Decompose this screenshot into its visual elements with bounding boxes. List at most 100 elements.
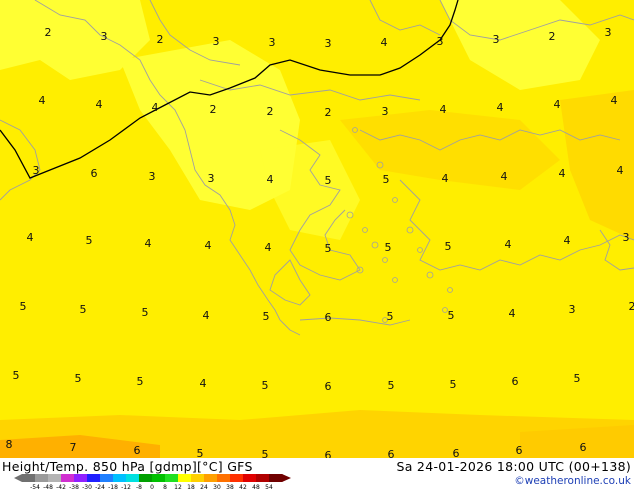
temperature-label: 5 [13,369,20,382]
legend-tick-label: -48 [43,484,53,490]
temperature-label: 3 [208,172,215,185]
legend-tick-label: -38 [69,484,79,490]
legend-tick-label: -8 [136,484,142,490]
temperature-label: 4 [267,173,274,186]
temperature-label: 6 [325,449,332,458]
temperature-label: 4 [611,94,618,107]
legend-tick-label: 12 [174,484,182,490]
temperature-label: 3 [382,105,389,118]
legend-swatch [256,474,270,482]
legend-arrow-low [14,474,22,482]
legend-swatch [126,474,140,482]
temperature-label: 6 [516,444,523,457]
legend-swatch [152,474,166,482]
temperature-label: 5 [20,300,27,313]
temperature-label: 6 [512,375,519,388]
valid-time: Sa 24-01-2026 18:00 UTC (00+138) [396,459,631,474]
temperature-label: 5 [450,378,457,391]
temperature-label: 4 [501,170,508,183]
temperature-label: 5 [262,448,269,458]
temperature-label: 2 [549,30,556,43]
temperature-label: 5 [262,379,269,392]
legend-swatch [113,474,127,482]
legend-tick-label: -54 [30,484,40,490]
temperature-label: 2 [267,105,274,118]
legend-swatch [87,474,101,482]
legend-tick-label: 48 [252,484,260,490]
legend-swatch [165,474,179,482]
temperature-label: 3 [33,164,40,177]
legend-swatch [204,474,218,482]
temperature-label: 2 [210,103,217,116]
legend-tick-label: 38 [226,484,234,490]
legend-tick-label: 54 [265,484,273,490]
legend-tick-label: 42 [239,484,247,490]
temperature-label: 4 [203,309,210,322]
temperature-label: 3 [149,170,156,183]
temperature-label: 4 [145,237,152,250]
legend-arrow-high [282,474,291,482]
temperature-label: 6 [91,167,98,180]
temperature-label: 4 [564,234,571,247]
temperature-label: 5 [142,306,149,319]
temperature-label: 4 [152,101,159,114]
map-title: Height/Temp. 850 hPa [gdmp][°C] GFS [2,459,253,474]
temperature-label: 4 [497,101,504,114]
weather-map: 2 3 2 3 3 3 4 3 3 2 3 4 4 4 2 2 2 3 4 4 4 4 3 6 3 3 4 5 5 4 4 4 4 4 5 4 4 4 5 5… [0,0,634,458]
temperature-label: 4 [265,241,272,254]
temperature-label: 3 [623,231,630,244]
legend-tick-label: -30 [82,484,92,490]
legend-swatch [48,474,62,482]
temperature-label: 5 [387,310,394,323]
legend-swatch [22,474,36,482]
legend-swatch [230,474,244,482]
legend-swatch [100,474,114,482]
temperature-label: 3 [605,26,612,39]
legend-tick-label: 8 [163,484,167,490]
temperature-label: 5 [75,372,82,385]
temperature-label: 4 [509,307,516,320]
temperature-label: 5 [80,303,87,316]
temperature-label: 4 [505,238,512,251]
legend-swatch [178,474,192,482]
temperature-label: 5 [385,241,392,254]
temperature-label: 3 [493,33,500,46]
temperature-label: 5 [574,372,581,385]
legend-tick-label: -42 [56,484,66,490]
legend-tick-label: -24 [95,484,105,490]
map-footer: Height/Temp. 850 hPa [gdmp][°C] GFS Sa 2… [0,458,634,490]
legend-swatch [139,474,153,482]
temperature-label: 3 [325,37,332,50]
temperature-label: 4 [559,167,566,180]
legend-tick-label: 30 [213,484,221,490]
legend-swatch [269,474,283,482]
temperature-label: 5 [263,310,270,323]
credit-link[interactable]: ©weatheronline.co.uk [514,475,631,487]
temperature-label: 5 [325,242,332,255]
temperature-label: 5 [325,174,332,187]
temperature-label: 3 [569,303,576,316]
temperature-label: 2 [157,33,164,46]
color-legend-bar: -54 -48 -42 -38 -30 -24 -18 -12 -8 0 8 12 18 24 30 38 42… [14,474,291,490]
temperature-label: 7 [70,441,77,454]
temperature-label: 5 [137,375,144,388]
temperature-label: 6 [388,448,395,458]
legend-swatch [191,474,205,482]
legend-tick-label: 0 [150,484,154,490]
temperature-label: 4 [27,231,34,244]
temperature-label: 4 [200,377,207,390]
temperature-label: 2 [45,26,52,39]
temperature-label: 5 [197,447,204,458]
temperature-label: 6 [134,444,141,457]
legend-swatch [243,474,257,482]
color-legend: -54 -48 -42 -38 -30 -24 -18 -12 -8 0 8 12 18 24 30 38 42… [14,473,294,490]
temperature-label: 6 [453,447,460,458]
temperature-label: 6 [580,441,587,454]
temperature-label: 4 [442,172,449,185]
legend-tick-label: 18 [187,484,195,490]
temperature-label: 5 [445,240,452,253]
temperature-label: 4 [440,103,447,116]
legend-swatch [74,474,88,482]
legend-swatch [217,474,231,482]
temperature-label: 3 [101,30,108,43]
